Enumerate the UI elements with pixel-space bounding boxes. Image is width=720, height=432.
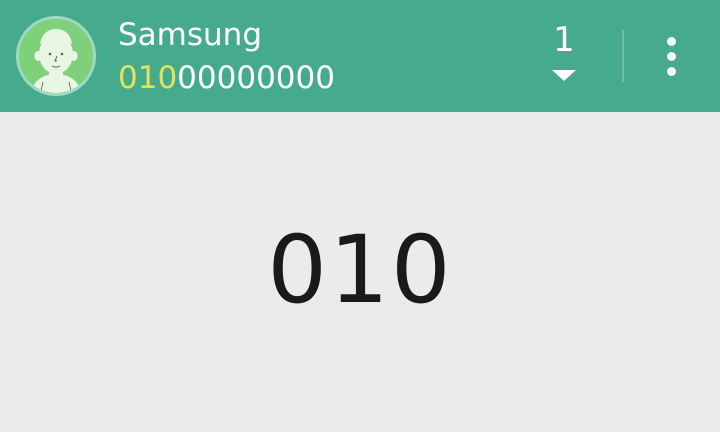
contact-avatar[interactable] xyxy=(16,16,96,96)
more-options-button[interactable] xyxy=(648,30,696,82)
match-count-button[interactable]: 1 xyxy=(540,20,588,92)
contact-number-match: 010 xyxy=(118,60,178,96)
header-divider xyxy=(622,30,624,82)
caret-down-icon xyxy=(552,70,576,81)
contact-number-rest: 00000000 xyxy=(177,60,335,96)
dialed-number[interactable]: 010 xyxy=(0,216,720,326)
dialed-number-display[interactable]: 010 xyxy=(0,112,720,432)
person-icon xyxy=(19,19,93,93)
match-count: 1 xyxy=(553,20,575,60)
contact-suggestion-bar[interactable]: Samsung 01000000000 1 xyxy=(0,0,720,112)
contact-number[interactable]: 01000000000 xyxy=(118,59,335,97)
contact-name[interactable]: Samsung xyxy=(118,16,262,54)
